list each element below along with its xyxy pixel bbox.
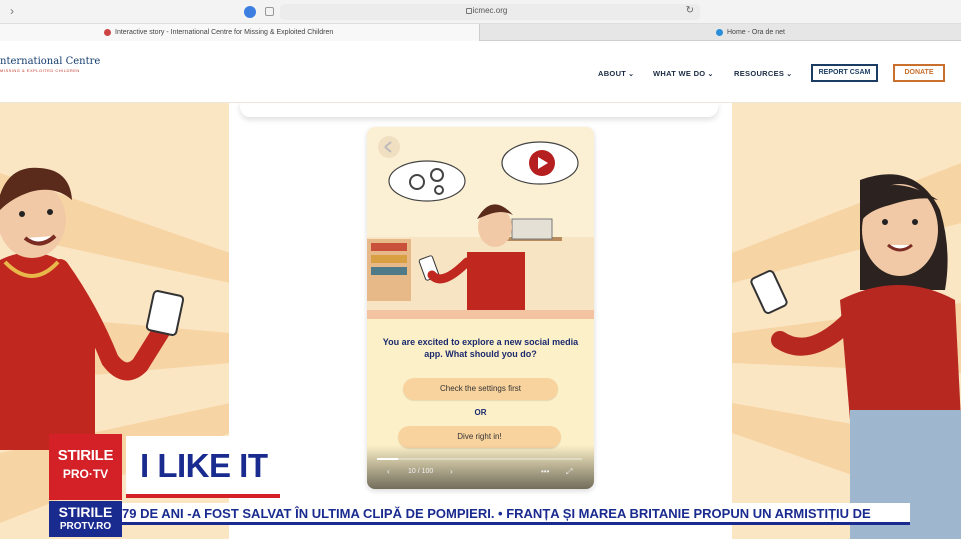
tab-ora-de-net[interactable]: Home - Ora de net xyxy=(481,24,961,41)
site-logo[interactable]: nternational Centre xyxy=(0,56,100,67)
forward-icon[interactable]: › xyxy=(10,4,14,18)
news-ticker-text: 79 DE ANI -A FOST SALVAT ÎN ULTIMA CLIPĂ… xyxy=(122,506,871,521)
address-text: icmec.org xyxy=(472,6,508,15)
tv-headline: I LIKE IT xyxy=(140,447,268,484)
chevron-down-icon: ⌄ xyxy=(628,71,635,78)
progress-fill xyxy=(377,458,398,460)
nav-resources[interactable]: RESOURCES ⌄ xyxy=(734,69,792,78)
tab-label: Home - Ora de net xyxy=(727,29,785,36)
interactive-story-player: You are excited to explore a new social … xyxy=(367,127,594,489)
fullscreen-icon[interactable]: ⤢ xyxy=(566,467,572,477)
tab-bar: Interactive story - International Centre… xyxy=(0,24,961,41)
reload-icon[interactable]: ↻ xyxy=(686,5,694,16)
address-bar[interactable]: icmec.org ↻ xyxy=(280,4,700,20)
tv-logo2-line1: STIRILE xyxy=(58,504,113,520)
story-prompt: You are excited to explore a new social … xyxy=(382,337,579,359)
girl-illustration xyxy=(750,174,961,539)
screen: › icmec.org ↻ Interactive story - Intern… xyxy=(0,0,961,539)
chevron-down-icon: ⌄ xyxy=(786,71,793,78)
browser-toolbar: › icmec.org ↻ xyxy=(0,0,961,24)
tv-headline-box: I LIKE IT xyxy=(126,436,280,498)
boy-illustration xyxy=(0,167,185,450)
page-counter: 10 / 100 xyxy=(408,468,434,475)
nav-what-we-do[interactable]: WHAT WE DO ⌄ xyxy=(653,69,714,78)
tv-website-logo: STIRILE PROTV.RO xyxy=(49,501,122,537)
content-card-bottom-edge xyxy=(240,101,718,117)
tv-logo2-line2: PROTV.RO xyxy=(59,521,112,532)
report-csam-button[interactable]: REPORT CSAM xyxy=(811,64,878,82)
tv-logo-line2: PRO·TV xyxy=(62,467,109,481)
donate-button[interactable]: DONATE xyxy=(893,64,945,82)
site-header: nternational Centre MISSING & EXPLOITED … xyxy=(0,41,961,103)
nav-label: WHAT WE DO xyxy=(653,69,706,78)
news-ticker: 79 DE ANI -A FOST SALVAT ÎN ULTIMA CLIPĂ… xyxy=(122,503,910,525)
tab-interactive-story[interactable]: Interactive story - International Centre… xyxy=(0,24,480,41)
site-logo-subtitle: MISSING & EXPLOITED CHILDREN xyxy=(0,68,80,73)
tab-label: Interactive story - International Centre… xyxy=(115,29,334,36)
more-options-icon[interactable]: ••• xyxy=(541,467,549,476)
nav-label: RESOURCES xyxy=(734,69,785,78)
player-controls: ‹ 10 / 100 › ••• ⤢ xyxy=(367,445,594,489)
or-separator: OR xyxy=(474,408,487,417)
choice-check-settings-button[interactable]: Check the settings first xyxy=(403,378,558,400)
nav-label: ABOUT xyxy=(598,69,627,78)
tv-logo-line1: STIRILE xyxy=(57,447,114,464)
tv-channel-logo: STIRILE PRO·TV xyxy=(49,434,122,500)
previous-icon[interactable]: ‹ xyxy=(387,467,390,476)
story-scene-illustration xyxy=(367,127,594,319)
favicon-icon xyxy=(104,28,111,36)
favicon-icon xyxy=(716,28,723,36)
page-info-icon[interactable] xyxy=(265,7,274,16)
next-icon[interactable]: › xyxy=(450,467,453,476)
nav-about[interactable]: ABOUT ⌄ xyxy=(598,69,634,78)
chevron-down-icon: ⌄ xyxy=(707,71,714,78)
privacy-shield-icon[interactable] xyxy=(244,6,256,18)
progress-bar[interactable] xyxy=(377,458,582,460)
